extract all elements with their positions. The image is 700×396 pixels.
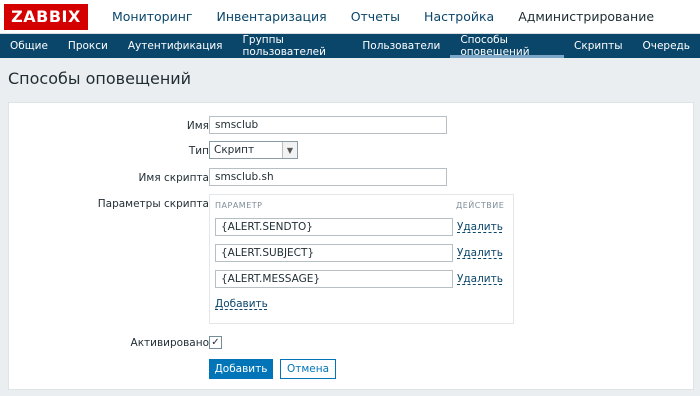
remove-param-link[interactable]: Удалить [457, 273, 503, 285]
nav-administration[interactable]: Администрирование [506, 0, 666, 33]
media-type-form: Имя smsclub Тип Скрипт ▼ Имя скрипта sms… [8, 102, 694, 390]
cancel-button[interactable]: Отмена [280, 359, 336, 379]
param-column-header: ПАРАМЕТР [215, 201, 263, 210]
subnav-authentication[interactable]: Аутентификация [118, 34, 233, 58]
sub-nav: Общие Прокси Аутентификация Группы польз… [0, 34, 700, 58]
script-params-table: ПАРАМЕТР ДЕЙСТВИЕ {ALERT.SENDTO} Удалить… [209, 194, 514, 324]
nav-configuration[interactable]: Настройка [412, 0, 506, 33]
top-header: ZABBIX Мониторинг Инвентаризация Отчеты … [0, 0, 700, 34]
nav-monitoring[interactable]: Мониторинг [100, 0, 204, 33]
param-input[interactable]: {ALERT.MESSAGE} [215, 270, 453, 288]
type-label: Тип [188, 145, 209, 157]
enabled-checkbox[interactable]: ✓ [209, 336, 222, 349]
name-input[interactable]: smsclub [209, 116, 447, 134]
action-column-header: ДЕЙСТВИЕ [456, 201, 505, 210]
remove-param-link[interactable]: Удалить [457, 221, 503, 233]
title-bar: Способы оповещений [0, 58, 700, 98]
nav-reports[interactable]: Отчеты [339, 0, 412, 33]
nav-inventory[interactable]: Инвентаризация [204, 0, 338, 33]
zabbix-logo[interactable]: ZABBIX [4, 3, 88, 30]
subnav-users[interactable]: Пользователи [352, 34, 450, 58]
checkbox-check-icon: ✓ [211, 336, 220, 348]
script-name-input[interactable]: smsclub.sh [209, 168, 447, 186]
remove-param-link[interactable]: Удалить [457, 247, 503, 259]
subnav-media-types[interactable]: Способы оповещений [450, 34, 564, 58]
param-input[interactable]: {ALERT.SUBJECT} [215, 244, 453, 262]
add-param-link[interactable]: Добавить [215, 298, 268, 310]
subnav-general[interactable]: Общие [0, 34, 58, 58]
type-select-value: Скрипт [214, 144, 255, 156]
subnav-user-groups[interactable]: Группы пользователей [233, 34, 353, 58]
type-select[interactable]: Скрипт ▼ [209, 141, 298, 159]
main-nav: Мониторинг Инвентаризация Отчеты Настрой… [100, 0, 666, 33]
submit-button[interactable]: Добавить [209, 359, 273, 379]
name-label: Имя [186, 120, 209, 132]
subnav-queue[interactable]: Очередь [632, 34, 700, 58]
subnav-scripts[interactable]: Скрипты [564, 34, 632, 58]
subnav-proxies[interactable]: Прокси [58, 34, 118, 58]
script-params-label: Параметры скрипта [97, 198, 209, 210]
script-name-label: Имя скрипта [138, 172, 209, 184]
enabled-label: Активировано [130, 337, 209, 349]
dropdown-arrow-icon: ▼ [282, 142, 297, 158]
page-title: Способы оповещений [8, 68, 192, 88]
param-input[interactable]: {ALERT.SENDTO} [215, 218, 453, 236]
